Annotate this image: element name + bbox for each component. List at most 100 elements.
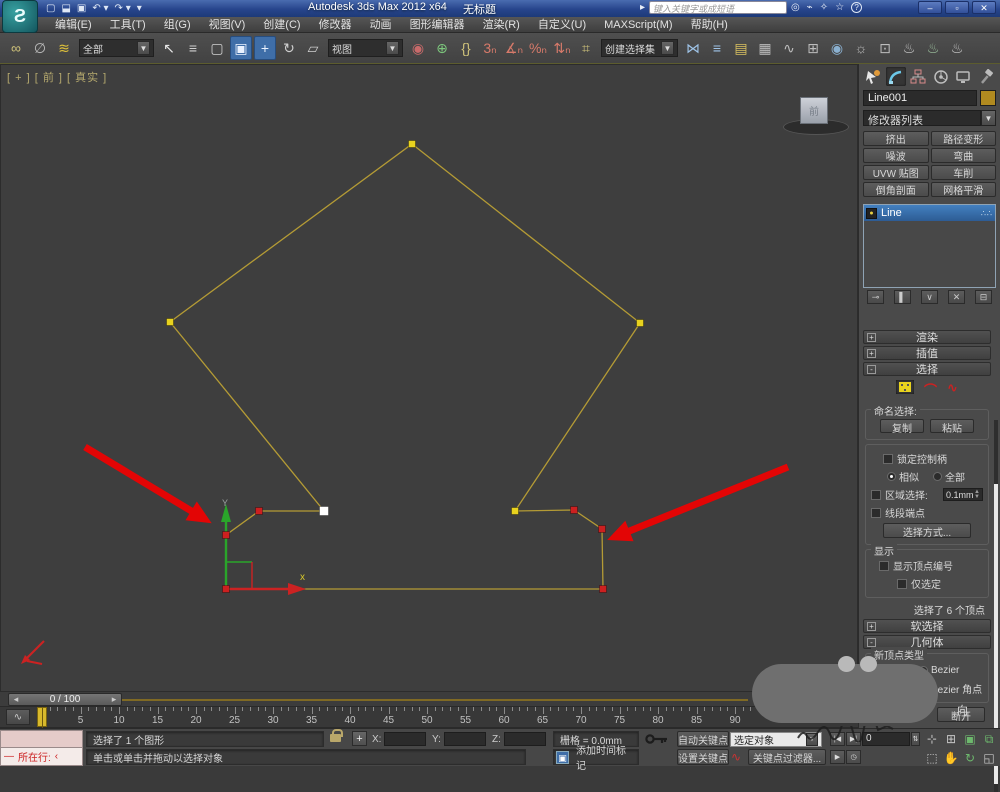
communication-icon[interactable]: ✧ [820, 2, 828, 13]
display-tab[interactable] [953, 67, 974, 86]
snap-toggle-3d-icon[interactable]: 3ₙ [479, 36, 501, 60]
rollout-rendering[interactable]: + 渲染 [863, 330, 991, 344]
stack-item-line[interactable]: ● Line ∴∴ [864, 205, 995, 221]
spline-subobject-button[interactable]: ∿ [947, 380, 958, 399]
modifier-preset-button-0[interactable]: 挤出 [863, 131, 929, 146]
bind-to-space-warp-icon[interactable]: ≋ [53, 36, 75, 60]
orbit-icon[interactable]: ↻ [961, 749, 979, 767]
maximize-button[interactable]: ▫ [945, 1, 969, 14]
new-file-icon[interactable]: ▢ [46, 3, 55, 14]
select-and-link-icon[interactable]: ∞ [5, 36, 27, 60]
material-editor-icon[interactable]: ◉ [826, 36, 848, 60]
modifier-preset-button-3[interactable]: 弯曲 [930, 148, 996, 163]
vertex-subobject-button[interactable] [896, 380, 915, 394]
help-icon[interactable]: ? [851, 2, 863, 13]
menu-item-6[interactable]: 动画 [361, 17, 401, 33]
select-and-scale-icon[interactable]: ▱ [302, 36, 324, 60]
menu-item-5[interactable]: 修改器 [310, 17, 361, 33]
area-selection-checkbox[interactable] [871, 489, 881, 500]
search-expand-icon[interactable]: ▸ [640, 2, 645, 13]
favorites-icon[interactable]: ☆ [835, 2, 844, 13]
listener-pane[interactable]: — 所在行: ‹ [0, 748, 83, 766]
select-and-rotate-icon[interactable]: ↻ [278, 36, 300, 60]
maximize-viewport-icon[interactable]: ◱ [980, 749, 998, 767]
select-and-manipulate-icon[interactable]: ⊕ [431, 36, 453, 60]
remove-modifier-icon[interactable]: ✕ [948, 290, 965, 304]
undo-icon[interactable]: ↶ ▾ [92, 3, 108, 14]
key-link-icon[interactable]: ⌁ [807, 2, 813, 13]
menu-item-9[interactable]: 自定义(U) [529, 17, 595, 33]
pan-view-icon[interactable]: ✋ [942, 749, 960, 767]
modify-tab[interactable] [885, 67, 906, 86]
render-setup-icon[interactable]: ☼ [850, 36, 872, 60]
alike-radio[interactable] [887, 472, 896, 481]
window-crossing-toggle-icon[interactable]: ▣ [230, 36, 252, 60]
menu-item-10[interactable]: MAXScript(M) [595, 17, 681, 33]
save-file-icon[interactable]: ▣ [77, 3, 86, 14]
use-pivot-center-icon[interactable]: ◉ [407, 36, 429, 60]
modifier-preset-button-2[interactable]: 噪波 [863, 148, 929, 163]
mini-curve-editor-button[interactable]: ∿ [6, 709, 30, 725]
show-vertex-numbers-checkbox[interactable] [879, 560, 889, 571]
create-tab[interactable] [863, 67, 884, 86]
set-key-button[interactable]: 设置关键点 [677, 749, 729, 765]
new-key-curve-icon[interactable]: ∿ [731, 750, 741, 764]
auto-key-button[interactable]: 自动关键点 [677, 731, 729, 747]
search-input[interactable]: 键入关键字或成短语 [649, 1, 788, 14]
z-coordinate-field[interactable] [504, 732, 546, 746]
menu-item-8[interactable]: 渲染(R) [474, 17, 529, 33]
rollout-soft-selection[interactable]: + 软选择 [863, 619, 991, 633]
modifier-list-value[interactable]: 修改器列表 [863, 110, 981, 127]
percent-snap-icon[interactable]: %ₙ [527, 36, 549, 60]
frame-step-forward-button[interactable]: ▸ [107, 694, 121, 705]
render-last-icon[interactable]: ♨ [946, 36, 968, 60]
copy-button[interactable]: 复制 [880, 419, 924, 435]
unlink-selection-icon[interactable]: ∅ [29, 36, 51, 60]
track-bar-ruler[interactable]: 051015202530354045505560657075808590 [0, 707, 753, 728]
frame-step-back-button[interactable]: ◂ [9, 694, 23, 705]
edit-named-selection-sets-icon[interactable]: ⌗ [575, 36, 597, 60]
menu-item-3[interactable]: 视图(V) [200, 17, 255, 33]
spinner-snap-icon[interactable]: ⇅ₙ [551, 36, 573, 60]
menu-item-0[interactable]: 编辑(E) [46, 17, 101, 33]
rectangular-selection-region-icon[interactable]: ▢ [206, 36, 228, 60]
qat-options-icon[interactable]: ▾ [137, 3, 142, 14]
time-configuration-button[interactable]: ◷ [846, 750, 861, 764]
lock-handles-checkbox[interactable] [883, 453, 893, 464]
rollout-interpolation[interactable]: + 插值 [863, 346, 991, 360]
area-threshold-spinner[interactable]: 0.1mm ▲ ▼ [943, 488, 983, 501]
all-radio[interactable] [933, 472, 942, 481]
layer-manager-icon[interactable]: ▤ [730, 36, 752, 60]
y-coordinate-field[interactable] [444, 732, 486, 746]
minimize-button[interactable]: – [918, 1, 942, 14]
select-by-name-icon[interactable]: ≡ [182, 36, 204, 60]
maxscript-mini-listener[interactable]: — 所在行: ‹ [0, 730, 83, 767]
modifier-preset-button-1[interactable]: 路径变形 [930, 131, 996, 146]
modifier-preset-button-4[interactable]: UVW 贴图 [863, 165, 929, 180]
zoom-all-icon[interactable]: ⊞ [942, 730, 960, 748]
zoom-region-icon[interactable]: ⬚ [923, 749, 941, 767]
modifier-preset-button-5[interactable]: 车削 [930, 165, 996, 180]
render-iterative-icon[interactable]: ♨ [922, 36, 944, 60]
modifier-preset-button-7[interactable]: 网格平滑 [930, 182, 996, 197]
utilities-tab[interactable] [976, 67, 997, 86]
menu-item-7[interactable]: 图形编辑器 [401, 17, 474, 33]
application-menu-button[interactable]: S [2, 0, 38, 33]
angle-snap-icon[interactable]: ∡ₙ [503, 36, 525, 60]
selected-only-checkbox[interactable] [897, 578, 907, 589]
search-icon[interactable]: ◎ [791, 2, 800, 13]
time-slider-handle[interactable]: ◂ 0 / 100 ▸ [8, 693, 122, 706]
pin-stack-icon[interactable]: ⊸ [867, 290, 884, 304]
align-icon[interactable]: ≡ [706, 36, 728, 60]
object-color-swatch[interactable] [980, 90, 996, 106]
menu-item-2[interactable]: 组(G) [155, 17, 200, 33]
reference-coordinate-dropdown[interactable]: 视图 ▼ [328, 39, 403, 57]
x-coordinate-field[interactable] [384, 732, 426, 746]
make-unique-icon[interactable]: ∨ [921, 290, 938, 304]
select-object-icon[interactable]: ↖ [158, 36, 180, 60]
select-by-button[interactable]: 选择方式... [883, 523, 971, 539]
menu-item-11[interactable]: 帮助(H) [682, 17, 737, 33]
keyboard-shortcut-override-icon[interactable]: {} [455, 36, 477, 60]
track-bar[interactable]: 051015202530354045505560657075808590 ∿ [0, 707, 858, 728]
menu-item-4[interactable]: 创建(C) [254, 17, 309, 33]
